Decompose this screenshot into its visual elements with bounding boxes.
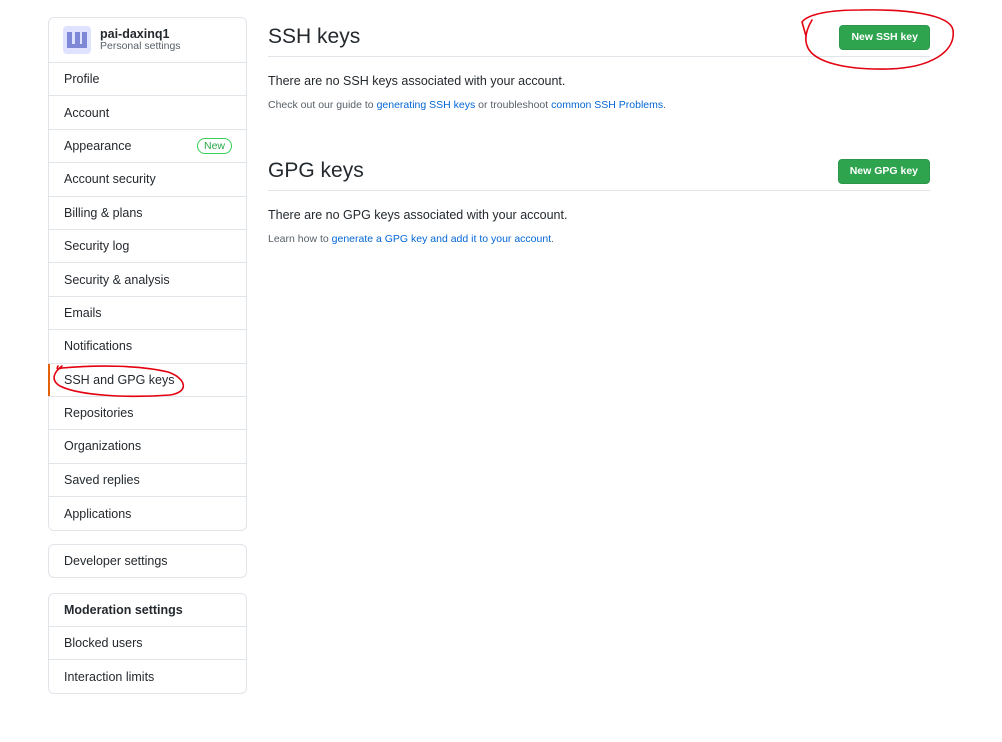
ssh-note-suffix: . bbox=[663, 99, 667, 111]
gpg-title: GPG keys bbox=[268, 159, 364, 182]
sidebar-item-label: Appearance bbox=[64, 138, 132, 153]
gpg-help-note: Learn how to generate a GPG key and add … bbox=[268, 233, 930, 245]
settings-sidebar: pai-daxinq1 Personal settings Profile Ac… bbox=[48, 17, 247, 532]
gpg-note-prefix: Learn how to bbox=[268, 233, 332, 245]
sidebar-item-organizations[interactable]: Organizations bbox=[49, 430, 246, 464]
sidebar-item-billing[interactable]: Billing & plans bbox=[49, 197, 246, 230]
new-ssh-key-button[interactable]: New SSH key bbox=[839, 24, 930, 50]
ssh-empty-message: There are no SSH keys associated with yo… bbox=[268, 74, 566, 88]
sidebar-item-account-security[interactable]: Account security bbox=[49, 163, 246, 197]
sidebar-item-interaction-limits[interactable]: Interaction limits bbox=[49, 660, 246, 693]
user-subtitle: Personal settings bbox=[100, 40, 181, 52]
ssh-subhead: SSH keys New SSH key bbox=[268, 18, 930, 57]
common-ssh-problems-link[interactable]: common SSH Problems bbox=[551, 99, 663, 111]
gpg-keys-section: GPG keys New GPG key There are no GPG ke… bbox=[268, 152, 930, 245]
moderation-menu: Moderation settings Blocked users Intera… bbox=[48, 593, 247, 694]
sidebar-item-security-log[interactable]: Security log bbox=[49, 230, 246, 264]
gpg-note-suffix: . bbox=[551, 233, 555, 245]
ssh-keys-section: SSH keys New SSH key There are no SSH ke… bbox=[268, 18, 930, 111]
new-badge: New bbox=[196, 137, 232, 154]
ssh-note-mid: or troubleshoot bbox=[475, 99, 552, 111]
generate-gpg-key-link[interactable]: generate a GPG key and add it to your ac… bbox=[332, 233, 551, 245]
ssh-title: SSH keys bbox=[268, 25, 361, 48]
gpg-subhead: GPG keys New GPG key bbox=[268, 152, 930, 191]
developer-menu: Developer settings bbox=[48, 544, 247, 578]
new-gpg-key-button[interactable]: New GPG key bbox=[837, 158, 930, 184]
sidebar-item-saved-replies[interactable]: Saved replies bbox=[49, 464, 246, 498]
sidebar-item-applications[interactable]: Applications bbox=[49, 497, 246, 530]
sidebar-item-account[interactable]: Account bbox=[49, 96, 246, 130]
username: pai-daxinq1 bbox=[100, 27, 170, 41]
sidebar-item-repositories[interactable]: Repositories bbox=[49, 397, 246, 431]
generating-ssh-keys-link[interactable]: generating SSH keys bbox=[377, 99, 476, 111]
sidebar-item-developer-settings[interactable]: Developer settings bbox=[49, 545, 246, 577]
sidebar-item-notifications[interactable]: Notifications bbox=[49, 330, 246, 364]
sidebar-item-profile[interactable]: Profile bbox=[49, 63, 246, 97]
sidebar-item-security-analysis[interactable]: Security & analysis bbox=[49, 263, 246, 297]
sidebar-item-emails[interactable]: Emails bbox=[49, 297, 246, 331]
ssh-help-note: Check out our guide to generating SSH ke… bbox=[268, 99, 930, 111]
moderation-heading: Moderation settings bbox=[49, 594, 246, 627]
sidebar-item-blocked-users[interactable]: Blocked users bbox=[49, 627, 246, 660]
user-header[interactable]: pai-daxinq1 Personal settings bbox=[49, 18, 246, 63]
sidebar-item-appearance[interactable]: Appearance New bbox=[49, 130, 246, 164]
ssh-note-prefix: Check out our guide to bbox=[268, 99, 377, 111]
avatar bbox=[63, 26, 91, 54]
gpg-empty-message: There are no GPG keys associated with yo… bbox=[268, 208, 568, 222]
sidebar-item-ssh-gpg-keys[interactable]: SSH and GPG keys bbox=[48, 363, 246, 397]
